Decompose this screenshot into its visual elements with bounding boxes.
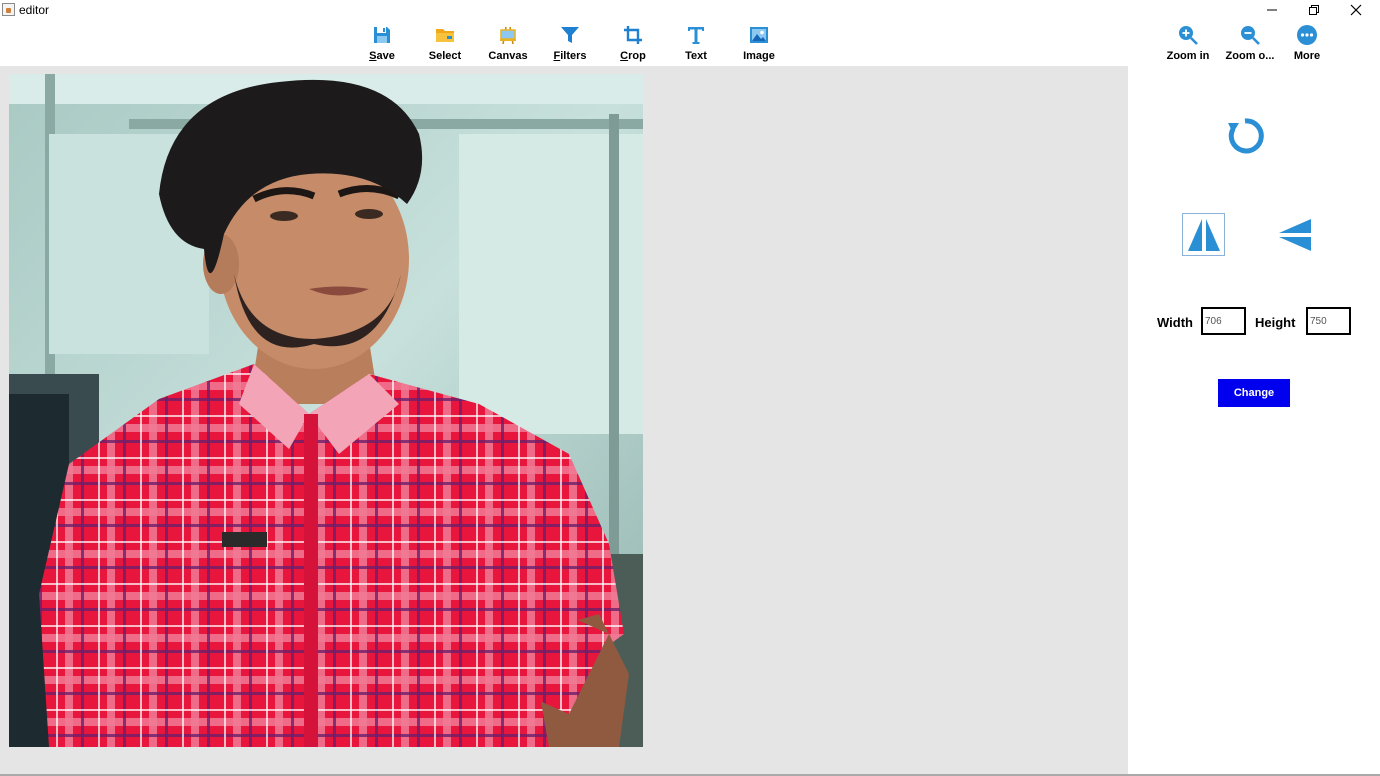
change-button[interactable]: Change [1218,379,1290,407]
folder-icon [436,29,454,42]
filters-label: Filters [553,50,587,62]
width-label: Width [1157,315,1193,330]
height-input[interactable] [1306,307,1351,335]
minimize-icon [1267,9,1277,11]
restore-icon [1309,5,1319,15]
height-label: Height [1255,315,1296,330]
save-label: Save [369,50,395,62]
zoom-in-label: Zoom in [1166,50,1210,62]
properties-panel: Width Height Change [1128,66,1380,774]
canvas-label: Canvas [488,50,528,62]
rotate-icon [1228,118,1264,154]
rotate-button[interactable] [1225,116,1265,156]
editor-window: editor Save Select Canvas Filters Crop T… [0,0,1380,776]
portrait-photo [9,74,643,747]
text-label: Text [685,50,707,62]
save-icon [374,27,390,43]
width-input[interactable] [1201,307,1246,335]
java-app-icon [2,3,15,16]
zoom-out-icon [1241,26,1260,45]
title-bar: editor [0,0,1380,20]
text-icon [688,27,704,44]
select-button[interactable]: Select [417,22,473,66]
close-icon [1350,4,1362,16]
save-button[interactable]: Save [354,22,410,66]
text-button[interactable]: Text [668,22,724,66]
filter-icon [561,27,579,43]
easel-icon [500,26,516,45]
filters-button[interactable]: Filters [542,22,598,66]
zoom-out-label: Zoom o... [1225,50,1275,62]
zoom-in-icon [1179,26,1198,45]
more-button[interactable]: More [1279,22,1335,66]
image-label: Image [743,50,775,62]
flip-horizontal-icon [1187,218,1220,251]
more-icon [1297,25,1317,45]
crop-button[interactable]: Crop [605,22,661,66]
close-button[interactable] [1336,0,1376,20]
canvas-button[interactable]: Canvas [480,22,536,66]
crop-icon [624,26,642,44]
edited-photo[interactable] [9,74,643,747]
more-label: More [1293,50,1321,62]
restore-button[interactable] [1294,0,1334,20]
window-title: editor [19,3,50,17]
crop-label: Crop [620,50,646,62]
flip-vertical-button[interactable] [1275,215,1315,255]
zoom-out-button[interactable]: Zoom o... [1222,22,1278,66]
select-label: Select [428,50,462,62]
minimize-button[interactable] [1252,0,1292,20]
image-button[interactable]: Image [731,22,787,66]
zoom-in-button[interactable]: Zoom in [1160,22,1216,66]
toolbar: Save Select Canvas Filters Crop Text Ima… [0,20,1380,66]
canvas-area[interactable] [0,66,1128,774]
flip-horizontal-button[interactable] [1182,213,1225,256]
picture-icon [750,27,768,43]
flip-vertical-icon [1279,219,1311,251]
